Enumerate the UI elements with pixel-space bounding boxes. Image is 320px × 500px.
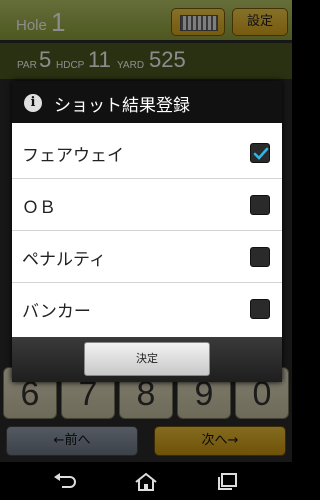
checkbox-checked[interactable] (250, 143, 270, 163)
shot-result-dialog: i ショット結果登録 フェアウェイ ＯＢ ペナルティ バンカー 決定 (12, 81, 282, 382)
option-list: フェアウェイ ＯＢ ペナルティ バンカー (12, 127, 282, 335)
option-label: ペナルティ (22, 250, 106, 270)
info-icon: i (24, 94, 42, 112)
dialog-title: ショット結果登録 (54, 96, 190, 116)
home-icon[interactable] (133, 472, 159, 492)
option-fairway[interactable]: フェアウェイ (12, 127, 282, 179)
recents-icon[interactable] (216, 472, 240, 490)
app-screen: Hole 1 設定 PAR 5 HDCP 11 YARD 525 6 7 8 9… (0, 0, 292, 500)
checkbox[interactable] (250, 195, 270, 215)
check-icon (253, 147, 269, 160)
back-icon[interactable] (52, 472, 78, 490)
option-label: フェアウェイ (22, 146, 124, 166)
option-label: ＯＢ (22, 198, 56, 218)
dialog-footer: 決定 (12, 337, 282, 382)
checkbox[interactable] (250, 247, 270, 267)
option-bunker[interactable]: バンカー (12, 283, 282, 335)
option-penalty[interactable]: ペナルティ (12, 231, 282, 283)
confirm-button[interactable]: 決定 (84, 342, 210, 376)
option-label: バンカー (22, 302, 91, 322)
checkbox[interactable] (250, 299, 270, 319)
option-ob[interactable]: ＯＢ (12, 179, 282, 231)
dialog-title-bar: i ショット結果登録 (12, 81, 282, 123)
system-nav-bar (0, 462, 292, 500)
